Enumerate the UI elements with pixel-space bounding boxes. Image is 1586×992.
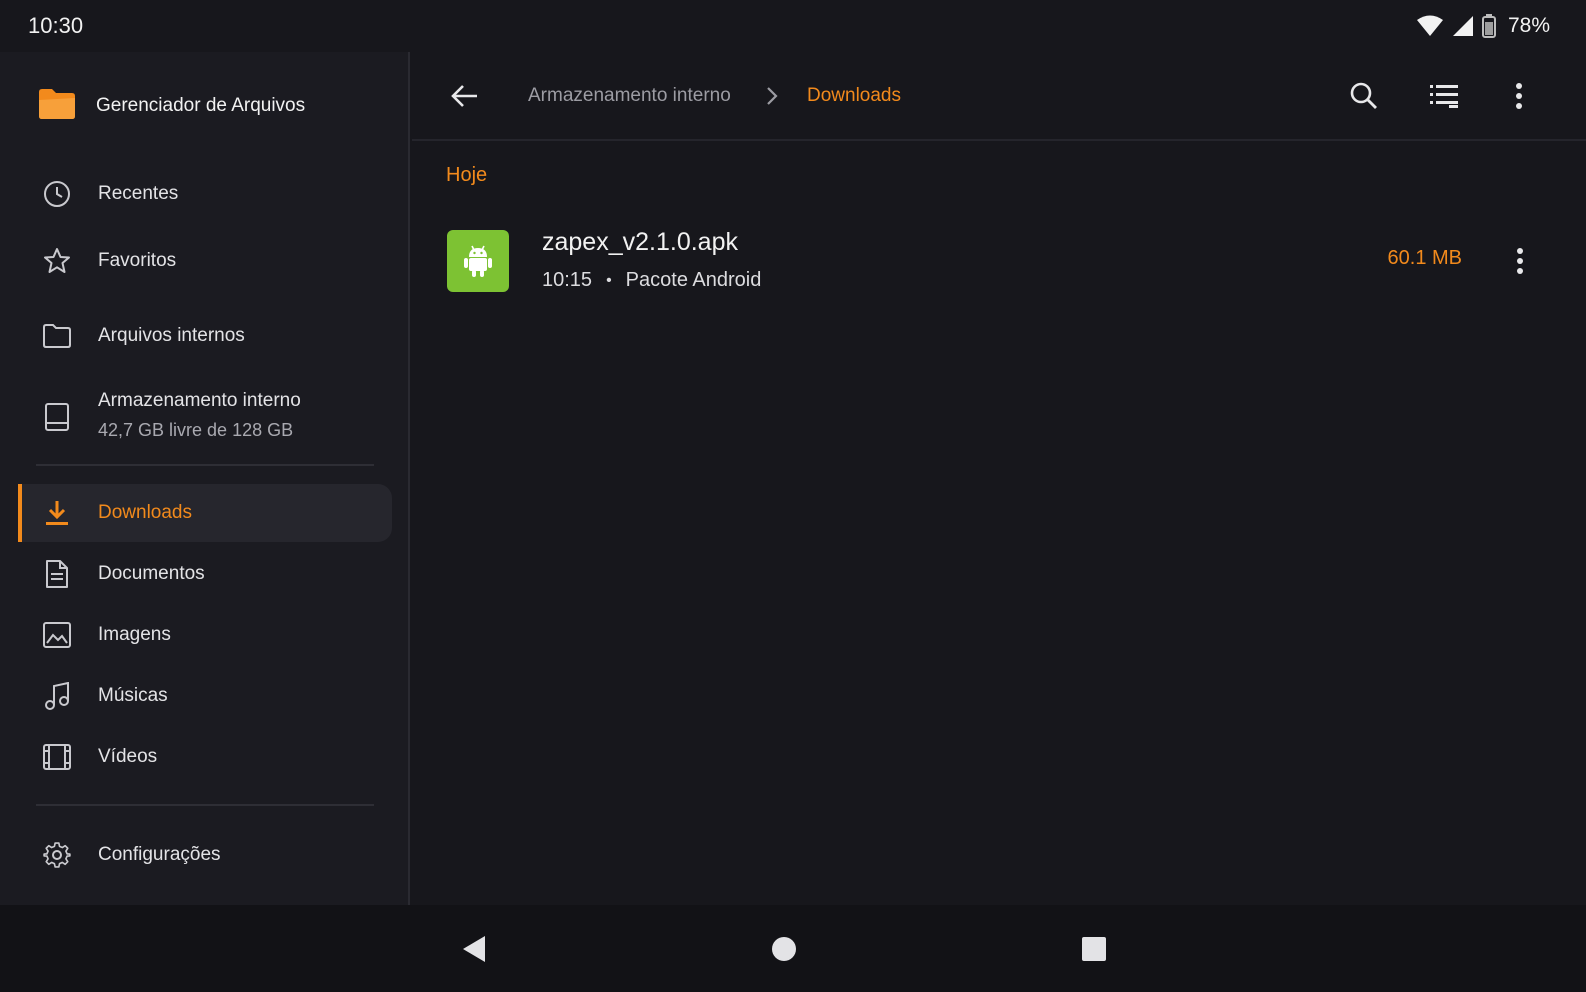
document-icon xyxy=(42,559,72,589)
storage-icon xyxy=(42,402,72,432)
screen: 10:30 78% Gerenciador de Arquivos Recent… xyxy=(0,0,1586,992)
system-navigation-bar xyxy=(0,905,1586,992)
file-name: zapex_v2.1.0.apk xyxy=(542,228,738,256)
music-icon xyxy=(42,681,72,711)
image-icon xyxy=(42,620,72,650)
sidebar-item-label: Recentes xyxy=(98,183,179,204)
chevron-right-icon xyxy=(765,86,779,111)
more-vert-icon[interactable] xyxy=(1498,239,1542,283)
nav-recents-icon[interactable] xyxy=(1072,927,1116,971)
search-icon[interactable] xyxy=(1342,74,1386,118)
section-title: Hoje xyxy=(446,164,488,186)
app-header: Gerenciador de Arquivos xyxy=(38,86,305,126)
app-title: Gerenciador de Arquivos xyxy=(96,95,306,116)
sidebar-item-downloads[interactable]: Downloads xyxy=(18,484,392,542)
nav-home-icon[interactable] xyxy=(762,927,806,971)
breadcrumb-current: Downloads xyxy=(807,85,901,106)
gear-icon xyxy=(42,840,72,870)
download-icon xyxy=(42,498,72,528)
sidebar-item-videos[interactable]: Vídeos xyxy=(18,728,392,786)
sidebar-item-musicas[interactable]: Músicas xyxy=(18,667,392,725)
android-icon xyxy=(447,230,509,292)
wifi-icon xyxy=(1416,15,1444,37)
divider xyxy=(36,464,374,466)
sidebar-item-configuracoes[interactable]: Configurações xyxy=(18,826,392,884)
sidebar-item-arquivos-internos[interactable]: Arquivos internos xyxy=(18,307,392,365)
toolbar: Armazenamento interno Downloads xyxy=(412,52,1586,141)
divider xyxy=(36,804,374,806)
sidebar-item-label: Favoritos xyxy=(98,250,177,271)
storage-title: Armazenamento interno xyxy=(98,390,301,411)
status-icons: 78% xyxy=(1416,12,1550,40)
sidebar-item-favoritos[interactable]: Favoritos xyxy=(18,232,392,290)
sidebar-item-label: Configurações xyxy=(98,844,221,865)
star-icon xyxy=(42,246,72,276)
sidebar-item-label: Documentos xyxy=(98,563,205,584)
sidebar-item-label: Downloads xyxy=(98,502,192,523)
meta-separator: • xyxy=(606,271,612,289)
file-size: 60.1 MB xyxy=(1387,247,1462,269)
clock-icon xyxy=(42,179,72,209)
back-arrow-icon[interactable] xyxy=(442,74,486,118)
file-type: Pacote Android xyxy=(625,269,762,291)
sidebar-item-recentes[interactable]: Recentes xyxy=(18,165,392,223)
sidebar-item-documentos[interactable]: Documentos xyxy=(18,545,392,603)
sidebar-item-label: Arquivos internos xyxy=(98,325,245,346)
sidebar-item-imagens[interactable]: Imagens xyxy=(18,606,392,664)
folder-icon xyxy=(38,88,76,125)
sidebar-item-label: Vídeos xyxy=(98,746,158,767)
status-bar: 10:30 78% xyxy=(0,0,1586,52)
signal-icon xyxy=(1452,15,1474,37)
more-vert-icon[interactable] xyxy=(1497,74,1541,118)
sidebar-item-armazenamento[interactable]: Armazenamento interno 42,7 GB livre de 1… xyxy=(18,382,392,452)
sidebar-item-label: Imagens xyxy=(98,624,171,645)
main-content: Armazenamento interno Downloads Hoje zap… xyxy=(412,52,1586,915)
file-time: 10:15 xyxy=(542,269,593,291)
breadcrumb-parent[interactable]: Armazenamento interno xyxy=(528,85,731,107)
battery-icon xyxy=(1481,14,1496,38)
sidebar-item-label: Músicas xyxy=(98,685,168,706)
nav-back-icon[interactable] xyxy=(452,927,496,971)
battery-percent: 78% xyxy=(1507,14,1550,37)
sidebar: Gerenciador de Arquivos Recentes Favorit… xyxy=(0,52,410,915)
folder-outline-icon xyxy=(42,321,72,351)
video-icon xyxy=(42,742,72,772)
file-row[interactable]: zapex_v2.1.0.apk 10:15 • Pacote Android … xyxy=(446,222,1556,298)
status-time: 10:30 xyxy=(28,13,84,38)
storage-free-space: 42,7 GB livre de 128 GB xyxy=(98,420,294,440)
list-view-icon[interactable] xyxy=(1422,74,1466,118)
file-meta: 10:15 • Pacote Android xyxy=(542,269,761,292)
